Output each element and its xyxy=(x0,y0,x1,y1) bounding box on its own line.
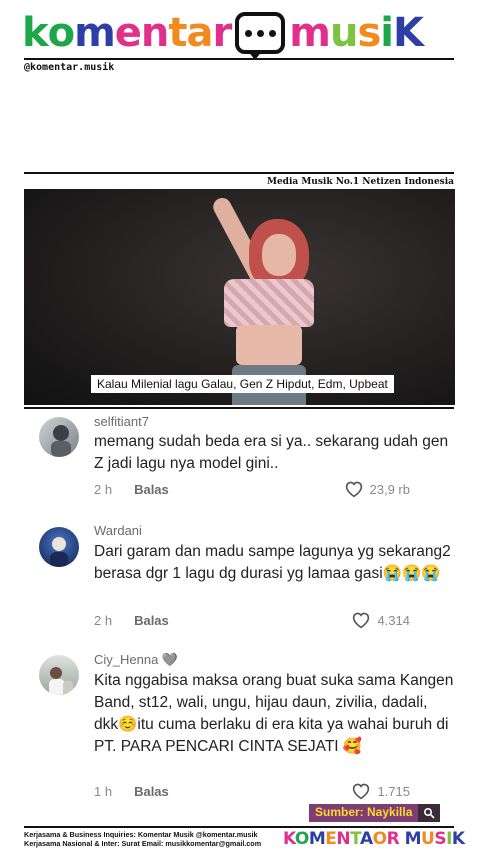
like-count: 23,9 rb xyxy=(369,481,410,497)
comment-text: Dari garam dan madu sampe lagunya yg sek… xyxy=(94,543,451,582)
header-divider xyxy=(24,58,454,60)
avatar[interactable] xyxy=(39,527,79,567)
source-badge: Sumber: Naykilla xyxy=(309,804,441,822)
tagline: Media Musik No.1 Netizen Indonesia xyxy=(24,172,454,187)
footer-logo-letter: U xyxy=(421,829,435,849)
logo-letter: a xyxy=(186,10,214,56)
avatar[interactable] xyxy=(39,417,79,457)
search-icon[interactable] xyxy=(418,804,441,822)
footer-logo-letter: A xyxy=(359,829,373,849)
like-button[interactable]: 1.715 xyxy=(351,782,410,800)
video-subtitle: Kalau Milenial lagu Galau, Gen Z Hipdut,… xyxy=(91,375,394,393)
app-logo: komentar musiK xyxy=(22,10,424,60)
comment-text: memang sudah beda era si ya.. sekarang u… xyxy=(94,433,449,472)
logo-wordmark-musik: musiK xyxy=(289,10,424,56)
footer-logo-letter: K xyxy=(451,829,465,849)
comment-username[interactable]: selfitiant7 xyxy=(94,414,149,429)
avatar[interactable] xyxy=(39,655,79,695)
logo-letter: r xyxy=(212,10,233,56)
heart-icon xyxy=(353,783,370,800)
video-player[interactable]: Kalau Milenial lagu Galau, Gen Z Hipdut,… xyxy=(24,189,455,405)
reply-button[interactable]: Balas xyxy=(134,784,169,799)
video-figure-face xyxy=(262,234,296,276)
logo-letter: t xyxy=(168,10,187,56)
like-button[interactable]: 23,9 rb xyxy=(344,480,410,498)
logo-letter: e xyxy=(114,10,142,56)
logo-letter: K xyxy=(392,10,424,56)
footer-logo-letter: K xyxy=(283,829,295,849)
footer-logo-letter: M xyxy=(308,829,326,849)
footer-logo: KOMENTAOR MUSIK xyxy=(283,829,465,849)
footer-line-business: Kerjasama & Business Inquiries: Komentar… xyxy=(24,830,258,839)
logo-letter: u xyxy=(329,10,359,56)
account-handle: @komentar.musik xyxy=(24,62,115,73)
video-figure-torso xyxy=(236,325,302,365)
footer-logo-letter: R xyxy=(386,829,400,849)
footer-logo-letter: E xyxy=(325,829,337,849)
logo-letter: n xyxy=(140,10,170,56)
video-divider xyxy=(24,407,454,409)
like-count: 1.715 xyxy=(377,783,410,799)
comment-time: 2 h xyxy=(94,482,113,497)
logo-letter: s xyxy=(357,10,381,56)
reply-button[interactable]: Balas xyxy=(134,482,169,497)
source-label: Sumber: Naykilla xyxy=(309,804,419,822)
video-figure-top xyxy=(224,279,314,327)
heart-icon xyxy=(345,481,362,498)
footer-divider xyxy=(24,826,454,828)
comment-username[interactable]: Ciy_Henna 🩶 xyxy=(94,652,178,668)
logo-letter: m xyxy=(289,10,331,56)
like-count: 4.314 xyxy=(377,612,410,628)
footer-logo-letter: S xyxy=(434,829,447,849)
comment-username[interactable]: Wardani xyxy=(94,523,142,538)
comment-time: 2 h xyxy=(94,613,113,628)
footer-line-email: Kerjasama Nasional & Inter: Surat Email:… xyxy=(24,839,262,848)
heart-icon xyxy=(353,612,370,629)
footer-logo-letter: O xyxy=(294,829,309,849)
footer-logo-letter: M xyxy=(404,829,422,849)
logo-letter: m xyxy=(74,10,116,56)
reply-button[interactable]: Balas xyxy=(134,613,169,628)
logo-wordmark-komentar: komentar xyxy=(22,10,233,56)
comment-time: 1 h xyxy=(94,784,113,799)
logo-letter: k xyxy=(22,10,49,56)
chat-bubble-icon xyxy=(235,12,286,60)
logo-letter: i xyxy=(380,10,394,56)
footer-logo-letter: T xyxy=(350,829,360,849)
like-button[interactable]: 4.314 xyxy=(351,611,410,629)
logo-letter: o xyxy=(47,10,76,56)
comment-text: Kita nggabisa maksa orang buat suka sama… xyxy=(94,672,454,755)
footer-logo-letter: O xyxy=(372,829,387,849)
footer-logo-letter: N xyxy=(336,829,351,849)
footer-info: Kerjasama & Business Inquiries: Komentar… xyxy=(24,830,261,848)
